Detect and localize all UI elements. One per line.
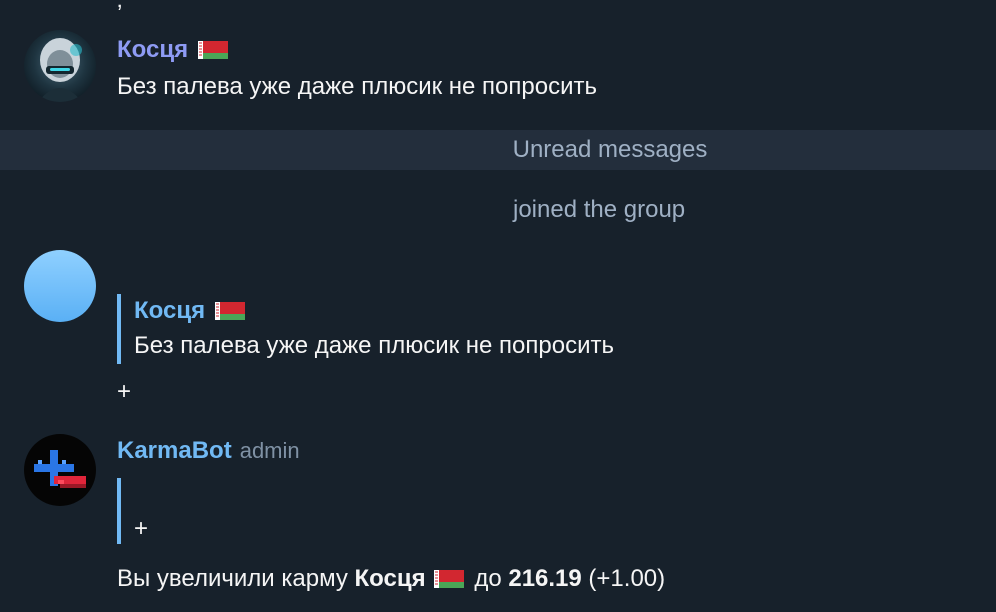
karma-result-user: Косця: [354, 565, 426, 592]
blank-avatar[interactable]: [24, 250, 96, 322]
karma-result-mid: до: [474, 565, 502, 592]
chat-history[interactable]: ‚ Косця Без палева уже даже плюсик не по…: [0, 0, 996, 612]
karma-result-prefix: Вы увеличили карму: [117, 565, 348, 592]
belarus-flag-icon: [198, 41, 229, 59]
unread-messages-bar: Unread messages: [0, 130, 996, 170]
bot-reply-quote-text: +: [134, 515, 149, 542]
karmabot-avatar-image: [24, 434, 96, 506]
reply-quote-sender: Косця: [134, 294, 614, 328]
user-avatar-image: [24, 30, 96, 102]
blank-avatar-image: [24, 250, 96, 322]
message-sender-name[interactable]: Косця: [117, 36, 229, 64]
admin-badge: admin: [239, 438, 300, 463]
karma-result-delta: (+1.00): [588, 565, 666, 592]
karmabot-avatar[interactable]: [24, 434, 96, 506]
belarus-flag-icon: [215, 302, 246, 320]
reply-quote[interactable]: Косця Без палева уже даже плюсик не попр…: [117, 294, 614, 364]
bot-reply-quote[interactable]: +: [117, 478, 148, 544]
bot-message-text: Вы увеличили карму Косця до 216.19 (+1.0…: [117, 565, 665, 593]
bot-name-text: KarmaBot: [117, 437, 232, 464]
reply-message-text: +: [117, 378, 132, 405]
reply-sender-text: Косця: [134, 297, 206, 324]
user-avatar[interactable]: [24, 30, 96, 102]
bot-sender-name[interactable]: KarmaBot admin: [117, 437, 300, 465]
unread-messages-label: Unread messages: [512, 136, 708, 163]
karma-result-value: 216.19: [508, 565, 582, 592]
previous-message-fragment: ‚: [117, 0, 122, 14]
reply-quote-text: Без палева уже даже плюсик не попросить: [134, 332, 614, 359]
belarus-flag-icon: [433, 570, 464, 588]
message-text: Без палева уже даже плюсик не попросить: [117, 73, 597, 100]
service-message: joined the group: [513, 196, 686, 223]
sender-name-text: Косця: [117, 36, 189, 63]
